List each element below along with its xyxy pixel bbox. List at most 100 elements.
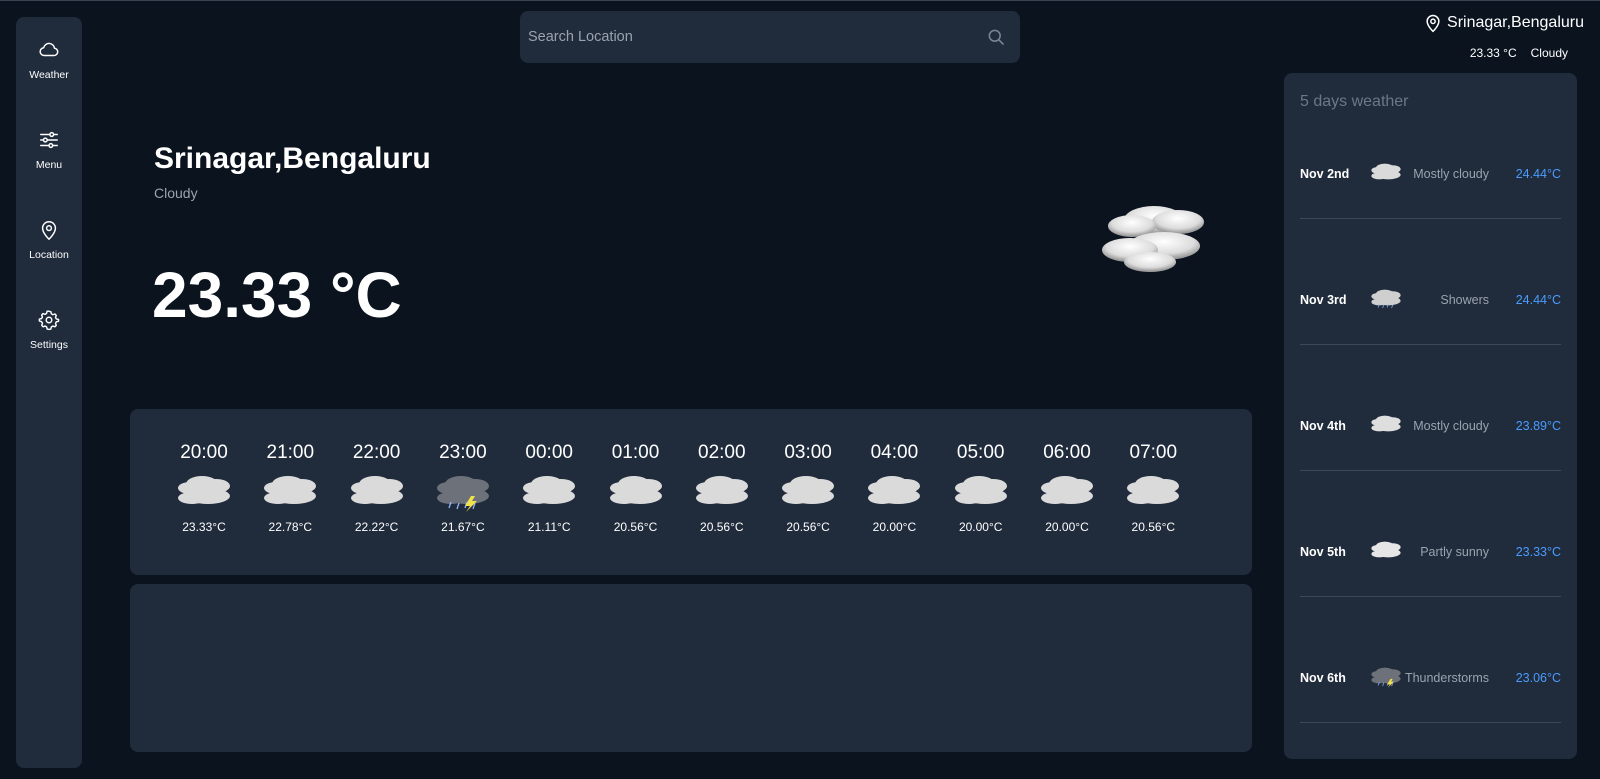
cloudy-icon bbox=[695, 476, 748, 504]
forecast-day-row[interactable]: Nov 4th Mostly cloudy 23.89°C bbox=[1300, 345, 1561, 471]
details-panel bbox=[130, 584, 1252, 752]
cloudy-icon bbox=[178, 476, 230, 504]
forecast-condition: Mostly cloudy bbox=[1413, 419, 1489, 433]
hourly-item: 05:00 20.00°C bbox=[937, 409, 1025, 575]
cloudy-icon bbox=[350, 476, 403, 504]
gear-icon bbox=[38, 310, 60, 331]
hourly-item: 23:00 21.67°C bbox=[419, 409, 507, 575]
summary-temp: 23.33 °C bbox=[1469, 46, 1517, 60]
hourly-temp: 22.78°C bbox=[268, 520, 313, 534]
hourly-temp: 21.67°C bbox=[441, 520, 485, 534]
sidebar-item-settings[interactable]: Settings bbox=[16, 287, 82, 357]
forecast-condition: Thunderstorms bbox=[1404, 671, 1489, 685]
forecast-temp: 24.44°C bbox=[1515, 293, 1561, 307]
hourly-time: 01:00 bbox=[611, 442, 660, 463]
sliders-icon bbox=[40, 131, 58, 149]
hourly-temp: 20.00°C bbox=[872, 520, 917, 534]
hourly-temp: 22.22°C bbox=[354, 520, 399, 534]
cloudy-icon bbox=[782, 476, 835, 504]
sidebar-item-label: Settings bbox=[30, 339, 68, 351]
location-summary: Srinagar,Bengaluru 23.33 °C Cloudy bbox=[1394, 12, 1584, 62]
sidebar-item-menu[interactable]: Menu bbox=[16, 107, 82, 177]
five-day-forecast: 5 days weather Nov 2nd Mostly cloudy 24.44… bbox=[1284, 73, 1577, 759]
cloudy-icon bbox=[523, 476, 576, 504]
hourly-time: 06:00 bbox=[1043, 442, 1091, 463]
cloud-icon bbox=[39, 42, 59, 57]
hourly-temp: 20.00°C bbox=[1045, 520, 1089, 534]
mostly-cloudy-sun-icon bbox=[1371, 415, 1401, 432]
cloudy-icon bbox=[1041, 476, 1093, 504]
divider bbox=[1300, 722, 1561, 723]
sidebar-item-label: Location bbox=[29, 249, 69, 261]
forecast-date: Nov 5th bbox=[1300, 545, 1346, 559]
forecast-date: Nov 2nd bbox=[1300, 167, 1350, 181]
hourly-forecast: 20:00 23.33°C 21:00 22.78°C 22:00 22.22°C 23:0… bbox=[130, 409, 1252, 575]
window-top-border bbox=[0, 0, 1600, 1]
summary-meta: 23.33 °C Cloudy bbox=[1470, 46, 1568, 60]
hourly-temp: 23.33°C bbox=[182, 520, 226, 534]
sidebar-item-weather[interactable]: Weather bbox=[16, 17, 82, 87]
cloudy-icon bbox=[264, 476, 317, 504]
forecast-temp: 23.33°C bbox=[1515, 545, 1561, 559]
hourly-item: 20:00 23.33°C bbox=[160, 409, 248, 575]
sidebar-item-label: Menu bbox=[35, 159, 63, 171]
hourly-time: 05:00 bbox=[956, 442, 1005, 463]
cloudy-icon bbox=[1127, 476, 1180, 504]
hourly-temp: 20.56°C bbox=[786, 520, 830, 534]
showers-icon bbox=[1371, 289, 1401, 309]
summary-location: Srinagar,Bengaluru bbox=[1447, 14, 1584, 31]
hourly-item: 22:00 22.22°C bbox=[333, 409, 421, 575]
forecast-date: Nov 4th bbox=[1300, 419, 1346, 433]
hourly-temp: 20.56°C bbox=[700, 520, 744, 534]
hourly-item: 06:00 20.00°C bbox=[1023, 409, 1111, 575]
forecast-day-row[interactable]: Nov 6th Thunderstorms 23.06°C bbox=[1300, 597, 1561, 723]
sidebar: Weather Menu Location Settings bbox=[16, 17, 82, 768]
cloudy-icon bbox=[868, 476, 921, 504]
partly-sunny-icon bbox=[1371, 541, 1401, 558]
hourly-time: 00:00 bbox=[525, 442, 573, 463]
hourly-item: 07:00 20.56°C bbox=[1109, 409, 1197, 575]
hourly-item: 02:00 20.56°C bbox=[678, 409, 766, 575]
forecast-date: Nov 3rd bbox=[1300, 293, 1347, 307]
hourly-time: 04:00 bbox=[870, 442, 919, 463]
search-input[interactable] bbox=[528, 11, 968, 63]
search-icon[interactable] bbox=[986, 27, 1006, 47]
map-pin-icon bbox=[1426, 14, 1440, 33]
forecast-day-row[interactable]: Nov 5th Partly sunny 23.33°C bbox=[1300, 471, 1561, 597]
map-pin-icon bbox=[41, 221, 57, 241]
forecast-temp: 23.06°C bbox=[1515, 671, 1561, 685]
forecast-temp: 24.44°C bbox=[1515, 167, 1561, 181]
thunderstorm-icon bbox=[1371, 667, 1401, 688]
sidebar-item-location[interactable]: Location bbox=[16, 197, 82, 267]
hourly-item: 04:00 20.00°C bbox=[850, 409, 938, 575]
city-name: Srinagar,Bengaluru bbox=[154, 142, 431, 175]
mostly-cloudy-icon bbox=[1371, 163, 1401, 180]
forecast-day-row[interactable]: Nov 3rd Showers 24.44°C bbox=[1300, 219, 1561, 345]
hourly-item: 21:00 22.78°C bbox=[246, 409, 334, 575]
forecast-temp: 23.89°C bbox=[1515, 419, 1561, 433]
location-summary-header[interactable]: Srinagar,Bengaluru bbox=[1423, 12, 1584, 34]
forecast-condition: Showers bbox=[1440, 293, 1489, 307]
hourly-time: 02:00 bbox=[698, 442, 746, 463]
forecast-day-row[interactable]: Nov 2nd Mostly cloudy 24.44°C bbox=[1300, 93, 1561, 219]
current-condition: Cloudy bbox=[154, 185, 198, 201]
hourly-temp: 20.00°C bbox=[958, 520, 1003, 534]
hourly-time: 07:00 bbox=[1129, 442, 1178, 463]
hourly-time: 03:00 bbox=[784, 442, 832, 463]
hourly-temp: 20.56°C bbox=[1131, 520, 1176, 534]
hourly-temp: 21.11°C bbox=[527, 520, 571, 534]
hourly-time: 21:00 bbox=[266, 442, 315, 463]
hourly-time: 20:00 bbox=[180, 442, 228, 463]
hourly-time: 23:00 bbox=[439, 442, 487, 463]
hourly-temp: 20.56°C bbox=[613, 520, 658, 534]
search-bar bbox=[520, 11, 1020, 63]
hourly-item: 01:00 20.56°C bbox=[592, 409, 680, 575]
thunderstorm-icon bbox=[436, 476, 489, 512]
forecast-condition: Partly sunny bbox=[1420, 545, 1489, 559]
hourly-item: 00:00 21.11°C bbox=[505, 409, 593, 575]
cloudy-icon bbox=[954, 476, 1007, 504]
hourly-item: 03:00 20.56°C bbox=[764, 409, 852, 575]
forecast-condition: Mostly cloudy bbox=[1413, 167, 1489, 181]
summary-condition: Cloudy bbox=[1530, 46, 1568, 60]
cloudy-icon bbox=[1102, 206, 1204, 272]
